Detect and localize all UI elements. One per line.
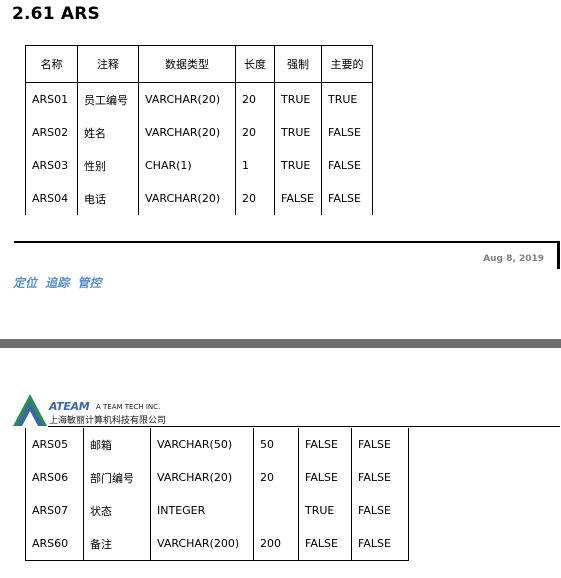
cell-data-type: INTEGER [150, 494, 254, 527]
cell-primary: FALSE [351, 494, 409, 527]
cell-data-type: VARCHAR(200) [150, 527, 254, 561]
header-comment: 注释 [77, 45, 139, 83]
cell-name: ARS07 [25, 494, 84, 527]
footer-rule-tick [557, 241, 560, 269]
cell-mandatory: TRUE [274, 149, 322, 182]
cell-name: ARS02 [25, 116, 78, 149]
cell-name: ARS03 [25, 149, 78, 182]
cell-mandatory: FALSE [298, 428, 352, 461]
cell-length: 200 [253, 527, 299, 561]
cell-data-type: VARCHAR(20) [138, 182, 236, 215]
company-name: 上海敏丽计算机科技有限公司 [49, 416, 167, 426]
cell-comment: 电话 [77, 182, 139, 215]
cell-length: 20 [253, 461, 299, 494]
header-primary: 主要的 [321, 45, 373, 83]
cell-primary: TRUE [321, 82, 373, 116]
cell-primary: FALSE [351, 428, 409, 461]
cell-data-type: VARCHAR(20) [138, 116, 236, 149]
table-row: ARS03 性别 CHAR(1) 1 TRUE FALSE [25, 149, 373, 182]
cell-mandatory: FALSE [298, 461, 352, 494]
cell-mandatory: FALSE [274, 182, 322, 215]
cell-primary: FALSE [321, 116, 373, 149]
table-row: ARS06 部门编号 VARCHAR(20) 20 FALSE FALSE [25, 461, 409, 494]
table-row: ARS60 备注 VARCHAR(200) 200 FALSE FALSE [25, 527, 409, 561]
cell-length: 20 [235, 182, 275, 215]
cell-comment: 姓名 [77, 116, 139, 149]
cell-length: 1 [235, 149, 275, 182]
table-row: ARS05 邮箱 VARCHAR(50) 50 FALSE FALSE [25, 428, 409, 461]
cell-length: 20 [235, 82, 275, 116]
cell-primary: FALSE [321, 149, 373, 182]
cell-comment: 部门编号 [83, 461, 151, 494]
cell-comment: 状态 [83, 494, 151, 527]
cell-data-type: VARCHAR(50) [150, 428, 254, 461]
cell-mandatory: TRUE [274, 116, 322, 149]
cell-comment: 邮箱 [83, 428, 151, 461]
footer-date: Aug 8, 2019 [483, 254, 544, 264]
column-spec-table: 名称 注释 数据类型 长度 强制 主要的 ARS01 员工编号 VARCHAR(… [25, 45, 373, 215]
footer-rule [14, 241, 560, 243]
column-spec-table-continued: ARS05 邮箱 VARCHAR(50) 50 FALSE FALSE ARS0… [25, 428, 409, 561]
cell-name: ARS06 [25, 461, 84, 494]
cell-length [253, 494, 299, 527]
cell-name: ARS60 [25, 527, 84, 561]
footer-slogan: 定位 追踪 管控 [13, 276, 102, 290]
section-title: 2.61 ARS [12, 4, 100, 24]
cell-name: ARS04 [25, 182, 78, 215]
cell-mandatory: FALSE [298, 527, 352, 561]
cell-length: 50 [253, 428, 299, 461]
table-header-row: 名称 注释 数据类型 长度 强制 主要的 [25, 45, 373, 83]
header-mandatory: 强制 [274, 45, 322, 83]
logo-tagline: A TEAM TECH INC. [96, 403, 161, 411]
cell-primary: FALSE [321, 182, 373, 215]
table-row: ARS02 姓名 VARCHAR(20) 20 TRUE FALSE [25, 116, 373, 149]
ateam-logo-icon [13, 394, 47, 426]
cell-length: 20 [235, 116, 275, 149]
logo-wordmark: ATEAM [49, 400, 90, 413]
cell-data-type: VARCHAR(20) [138, 82, 236, 116]
cell-data-type: CHAR(1) [138, 149, 236, 182]
page-separator [0, 339, 561, 348]
cell-primary: FALSE [351, 461, 409, 494]
header-length: 长度 [235, 45, 275, 83]
header-name: 名称 [25, 45, 78, 83]
cell-primary: FALSE [351, 527, 409, 561]
cell-comment: 员工编号 [77, 82, 139, 116]
table-row: ARS04 电话 VARCHAR(20) 20 FALSE FALSE [25, 182, 373, 215]
cell-name: ARS01 [25, 82, 78, 116]
cell-name: ARS05 [25, 428, 84, 461]
cell-mandatory: TRUE [274, 82, 322, 116]
table-row: ARS01 员工编号 VARCHAR(20) 20 TRUE TRUE [25, 82, 373, 116]
cell-comment: 性别 [77, 149, 139, 182]
header-data-type: 数据类型 [138, 45, 236, 83]
cell-mandatory: TRUE [298, 494, 352, 527]
cell-comment: 备注 [83, 527, 151, 561]
table-row: ARS07 状态 INTEGER TRUE FALSE [25, 494, 409, 527]
cell-data-type: VARCHAR(20) [150, 461, 254, 494]
header-rule [48, 426, 560, 427]
